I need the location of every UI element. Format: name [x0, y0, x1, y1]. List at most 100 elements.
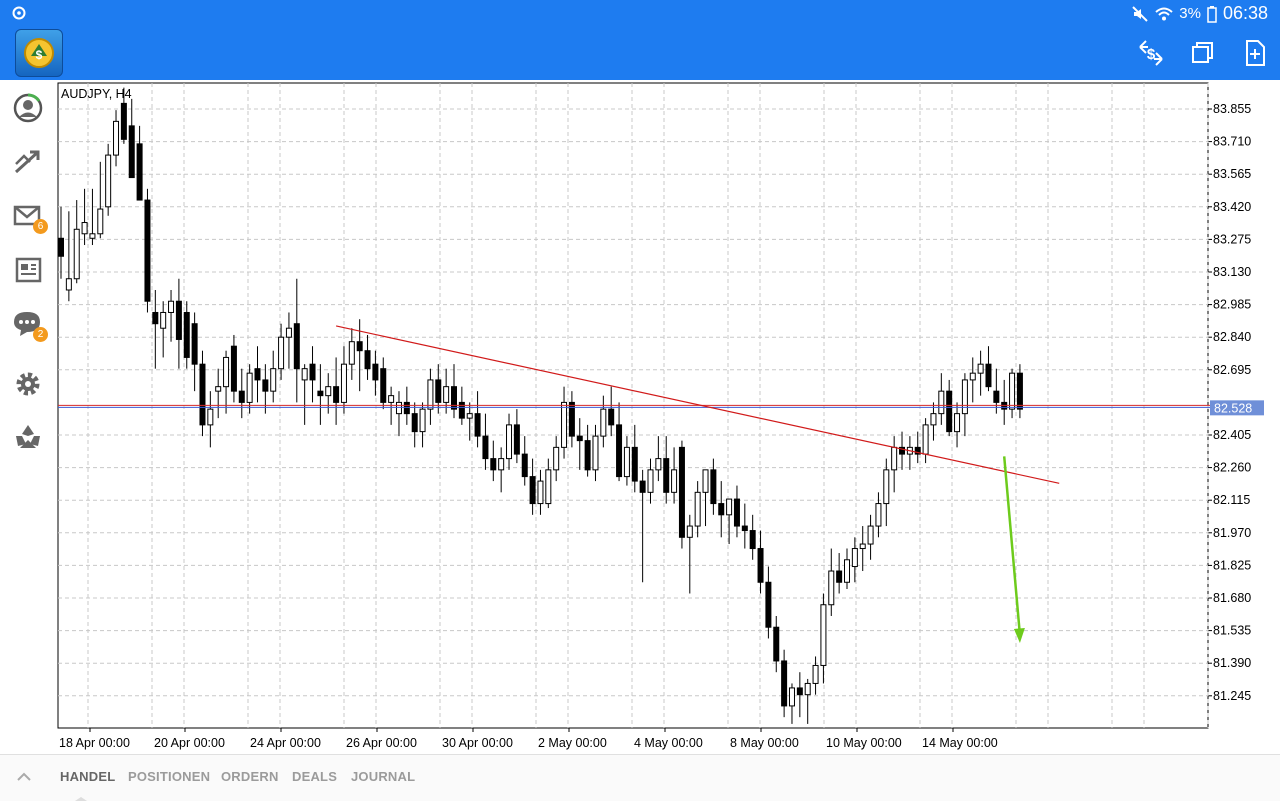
candle-bear	[483, 436, 488, 458]
candle-bear	[986, 364, 991, 386]
candle-bear	[797, 688, 802, 695]
y-tick-label: 81.825	[1213, 558, 1251, 572]
candle-bull	[562, 402, 567, 447]
candle-bull	[648, 470, 653, 492]
candle-bear	[640, 481, 645, 492]
sidebar-item-chat[interactable]: 2	[10, 306, 46, 342]
candle-bull	[106, 155, 111, 207]
new-document-icon[interactable]	[1240, 38, 1270, 68]
sidebar-item-account[interactable]	[10, 90, 46, 126]
y-tick-label: 82.985	[1213, 298, 1251, 312]
candle-bear	[742, 526, 747, 530]
x-tick-label: 24 Apr 00:00	[250, 736, 321, 750]
candle-bear	[357, 342, 362, 351]
y-tick-label: 82.115	[1213, 493, 1250, 507]
candle-bull	[349, 342, 354, 364]
sidebar-item-settings[interactable]	[10, 366, 46, 402]
candle-bear	[632, 447, 637, 481]
windows-icon[interactable]	[1188, 38, 1218, 68]
tab-journal[interactable]: JOURNAL	[351, 769, 415, 784]
candle-bear	[530, 477, 535, 504]
candle-bear	[231, 346, 236, 391]
price-chart[interactable]: 83.85583.71083.56583.42083.27583.13082.9…	[56, 80, 1280, 754]
candle-bear	[129, 126, 134, 178]
candle-bear	[491, 459, 496, 470]
candle-bull	[428, 380, 433, 409]
candle-bull	[396, 402, 401, 413]
candle-bull	[82, 223, 87, 234]
tab-deals[interactable]: DEALS	[292, 769, 337, 784]
x-tick-label: 8 May 00:00	[730, 736, 799, 750]
tab-ordern[interactable]: ORDERN	[221, 769, 279, 784]
battery-icon	[1207, 5, 1217, 23]
candle-bull	[66, 279, 71, 290]
candle-bull	[499, 459, 504, 470]
tab-positionen[interactable]: POSITIONEN	[128, 769, 210, 784]
account-icon	[10, 90, 46, 126]
candle-bull	[955, 414, 960, 432]
candle-bear	[617, 425, 622, 477]
candle-bull	[74, 229, 79, 278]
candle-bull	[624, 447, 629, 476]
candle-bull	[805, 683, 810, 694]
sidebar-item-community[interactable]	[10, 420, 46, 456]
candle-bear	[373, 364, 378, 380]
metatrader-logo[interactable]: $	[15, 29, 63, 77]
candle-bear	[664, 459, 669, 493]
currency-switch-icon[interactable]: $	[1136, 38, 1166, 68]
x-tick-label: 4 May 00:00	[634, 736, 703, 750]
sidebar-item-news[interactable]	[10, 252, 46, 288]
candle-bull	[978, 364, 983, 373]
sync-icon	[10, 5, 28, 21]
candle-bull	[302, 369, 307, 380]
y-tick-label: 81.680	[1213, 591, 1251, 605]
community-icon	[10, 420, 46, 456]
candle-bull	[114, 121, 119, 155]
candle-bull	[868, 526, 873, 544]
candle-bull	[279, 337, 284, 368]
candle-bear	[994, 391, 999, 402]
y-tick-label: 82.840	[1213, 330, 1251, 344]
candle-bear	[758, 549, 763, 583]
candle-bear	[711, 470, 716, 504]
candle-bear	[679, 447, 684, 537]
svg-text:$: $	[1147, 46, 1156, 63]
candle-bear	[412, 414, 417, 432]
y-tick-label: 83.130	[1213, 265, 1251, 279]
candle-bull	[672, 470, 677, 492]
expand-up-icon[interactable]	[16, 771, 32, 783]
candle-bull	[90, 234, 95, 238]
candle-bear	[145, 200, 150, 301]
candle-bull	[829, 571, 834, 605]
y-tick-label: 83.275	[1213, 232, 1251, 246]
candle-bear	[153, 312, 158, 323]
candle-bull	[507, 425, 512, 459]
candle-bear	[365, 351, 370, 369]
trade-arrow-icon	[10, 144, 46, 180]
candle-bear	[585, 441, 590, 470]
x-tick-label: 18 Apr 00:00	[59, 736, 130, 750]
sidebar-item-trade[interactable]	[10, 144, 46, 180]
candle-bull	[161, 312, 166, 328]
candle-bear	[609, 409, 614, 425]
candle-bear	[459, 402, 464, 418]
candle-bear	[774, 627, 779, 661]
battery-text: 3%	[1179, 5, 1201, 22]
candle-bull	[884, 470, 889, 504]
candle-bull	[703, 470, 708, 492]
candle-bull	[271, 369, 276, 391]
candle-bear	[750, 531, 755, 549]
candle-bear	[200, 364, 205, 425]
sidebar: 6 2	[0, 80, 56, 754]
y-tick-label: 82.260	[1213, 461, 1251, 475]
chart-area[interactable]: 83.85583.71083.56583.42083.27583.13082.9…	[56, 80, 1280, 754]
candle-bull	[695, 492, 700, 526]
x-tick-label: 2 May 00:00	[538, 736, 607, 750]
candle-bear	[184, 312, 189, 357]
y-tick-label: 81.245	[1213, 689, 1251, 703]
candle-bull	[224, 357, 229, 386]
sidebar-item-mail[interactable]: 6	[10, 198, 46, 234]
candle-bear	[719, 504, 724, 515]
tab-handel[interactable]: HANDEL	[60, 769, 115, 784]
candle-bear	[514, 425, 519, 454]
